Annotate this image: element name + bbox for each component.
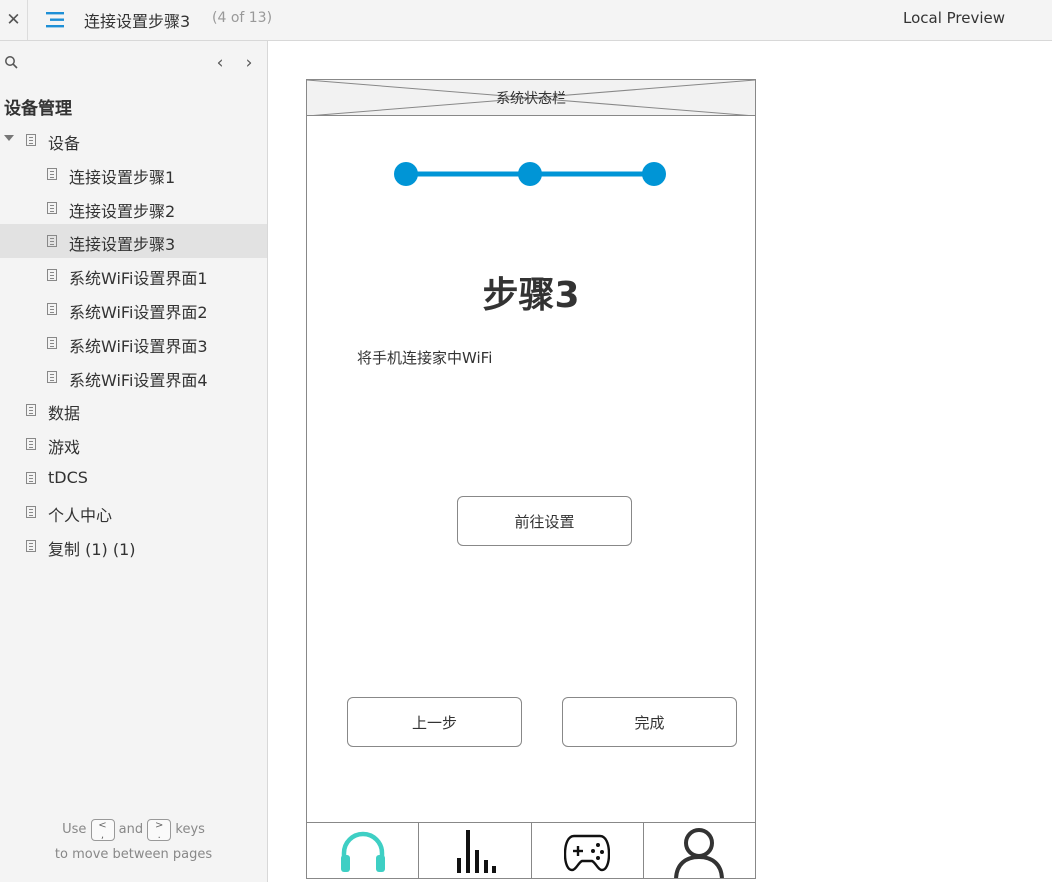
page-doc-icon (47, 336, 57, 349)
sidebar-item-label: 数据 (48, 404, 81, 424)
page-doc-icon (26, 404, 36, 417)
hint-and: and (118, 822, 144, 837)
sidebar-item-label: tDCS (48, 467, 88, 487)
sidebar-item-label: 系统WiFi设置界面1 (69, 269, 208, 289)
sidebar-item-label: 系统WiFi设置界面4 (69, 370, 208, 390)
page-doc-icon (26, 438, 36, 451)
sidebar-item[interactable]: 连接设置步骤3 (0, 224, 267, 259)
page-doc-icon (47, 370, 57, 383)
sidebar-item-label: 系统WiFi设置界面2 (69, 302, 208, 322)
progress-step-dot (394, 162, 418, 186)
prev-key-icon: < , (90, 818, 115, 841)
page-tree: 设备连接设置步骤1 连接设置步骤2 连接设置步骤3 系统WiFi设置界面1 系统WiFi… (0, 123, 267, 562)
page-count: (4 of 13) (212, 10, 273, 26)
tab-games[interactable] (532, 823, 644, 878)
hint-keys: keys (175, 822, 205, 837)
status-bar-placeholder: 系统状态栏 (307, 80, 755, 116)
sidebar-item[interactable]: 系统WiFi设置界面4 (0, 360, 267, 394)
page-doc-icon (26, 539, 36, 552)
progress-step-dot (642, 162, 666, 186)
page-doc-icon (26, 505, 36, 518)
sidebar-item-label: 连接设置步骤3 (69, 235, 176, 255)
step-progress-indicator (394, 162, 666, 186)
sidebar-item-label: 连接设置步骤1 (69, 167, 176, 187)
status-bar-label: 系统状态栏 (496, 91, 566, 107)
phone-frame: 系统状态栏 步骤3 将手机连接家中WiFi 前往设置 上一步 完成 (306, 79, 756, 879)
progress-step-dot (518, 162, 542, 186)
sidebar-item[interactable]: 系统WiFi设置界面1 (0, 258, 267, 292)
keyboard-hint: Use < , and > . keys to move between pag… (0, 817, 267, 867)
page-doc-icon (47, 269, 57, 282)
page-doc-icon (47, 302, 57, 315)
next-page-button[interactable]: › (241, 53, 257, 73)
sidebar-item[interactable]: 设备 (0, 123, 267, 157)
hint-line2: to move between pages (54, 847, 213, 862)
sidebar-item[interactable]: 连接设置步骤2 (0, 191, 267, 225)
user-icon (674, 828, 725, 878)
tab-profile[interactable] (644, 823, 755, 878)
page-doc-icon (26, 471, 36, 484)
page-doc-icon (47, 167, 57, 180)
gamepad-icon (564, 834, 611, 872)
headphones-icon (340, 831, 385, 872)
menu-icon[interactable] (44, 8, 68, 32)
next-key-icon: > . (147, 818, 172, 841)
section-title: 设备管理 (4, 99, 72, 119)
sidebar-item-label: 复制 (1) (1) (48, 539, 136, 559)
page-title: 连接设置步骤3 (84, 12, 191, 31)
close-icon: ✕ (6, 10, 21, 30)
page-doc-icon (47, 235, 57, 248)
sidebar-item[interactable]: 系统WiFi设置界面2 (0, 292, 267, 326)
sidebar-item-label: 连接设置步骤2 (69, 201, 176, 221)
page-doc-icon (47, 201, 57, 214)
sidebar-item[interactable]: 连接设置步骤1 (0, 157, 267, 191)
expand-arrow-icon[interactable] (4, 135, 14, 141)
step-title: 步骤3 (482, 275, 580, 316)
close-button[interactable]: ✕ (0, 0, 28, 40)
hint-use: Use (62, 822, 87, 837)
local-preview-link[interactable]: Local Preview (903, 9, 1005, 27)
sidebar: ‹ › 设备管理 设备连接设置步骤1 连接设置步骤2 连接设置步骤3 系统WiFi设置… (0, 41, 268, 882)
top-bar: ✕ 连接设置步骤3 (4 of 13) Local Preview (0, 0, 1052, 41)
tab-data[interactable] (419, 823, 532, 878)
tab-device[interactable] (307, 823, 420, 878)
done-button[interactable]: 完成 (562, 697, 737, 747)
bar-chart-icon (456, 830, 496, 873)
sidebar-item[interactable]: 系统WiFi设置界面3 (0, 326, 267, 360)
prev-page-button[interactable]: ‹ (212, 53, 228, 73)
page-doc-icon (26, 134, 36, 146)
step-description: 将手机连接家中WiFi (357, 349, 493, 367)
sidebar-item-label: 个人中心 (48, 505, 113, 525)
goto-settings-button[interactable]: 前往设置 (457, 496, 632, 546)
previous-step-button[interactable]: 上一步 (347, 697, 522, 747)
sidebar-item-label: 设备 (48, 134, 81, 153)
search-icon[interactable] (4, 55, 20, 71)
sidebar-item[interactable]: tDCS (0, 461, 267, 495)
sidebar-item-label: 系统WiFi设置界面3 (69, 336, 208, 356)
sidebar-item[interactable]: 数据 (0, 393, 267, 427)
tab-bar (307, 822, 755, 878)
sidebar-item[interactable]: 复制 (1) (1) (0, 529, 267, 563)
sidebar-item-label: 游戏 (48, 438, 81, 458)
sidebar-item[interactable]: 游戏 (0, 427, 267, 461)
sidebar-item[interactable]: 个人中心 (0, 495, 267, 529)
